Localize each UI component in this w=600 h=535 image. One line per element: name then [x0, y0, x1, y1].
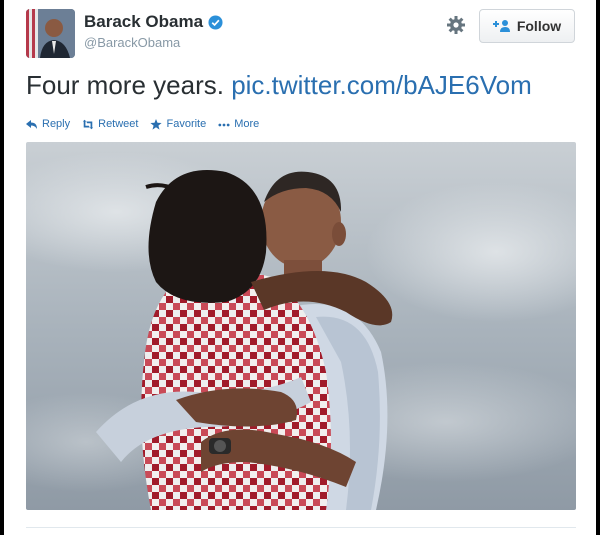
reply-icon: [26, 119, 37, 129]
tweet-photo-link[interactable]: pic.twitter.com/bAJE6Vom: [231, 70, 532, 100]
verified-badge-icon: [208, 14, 223, 30]
more-action[interactable]: More: [218, 118, 259, 130]
tweet-photo[interactable]: [26, 142, 576, 510]
retweet-action[interactable]: Retweet: [82, 118, 138, 130]
user-name-text[interactable]: Barack Obama: [84, 12, 203, 32]
follow-label: Follow: [516, 18, 562, 34]
user-name[interactable]: Barack Obama: [84, 12, 223, 32]
more-label: More: [234, 118, 260, 130]
retweet-label: Retweet: [98, 118, 139, 130]
divider: [26, 527, 576, 528]
gear-icon[interactable]: [446, 15, 466, 35]
tweet-card: Barack Obama @BarackObama Follow Four mo…: [4, 0, 596, 535]
retweet-icon: [82, 119, 94, 129]
follow-user-icon: [492, 20, 510, 32]
follow-button[interactable]: Follow: [479, 9, 575, 43]
tweet-body: Four more years.: [26, 70, 224, 100]
more-dots-icon: [218, 123, 230, 126]
favorite-action[interactable]: Favorite: [150, 118, 206, 130]
reply-label: Reply: [42, 118, 71, 130]
reply-action[interactable]: Reply: [26, 118, 70, 130]
tweet-text: Four more years. pic.twitter.com/bAJE6Vo…: [26, 70, 532, 101]
avatar[interactable]: [26, 9, 75, 58]
favorite-label: Favorite: [166, 118, 207, 130]
user-handle[interactable]: @BarackObama: [84, 35, 180, 50]
favorite-star-icon: [150, 118, 163, 130]
tweet-actions: Reply Retweet Favorite More: [26, 118, 259, 130]
